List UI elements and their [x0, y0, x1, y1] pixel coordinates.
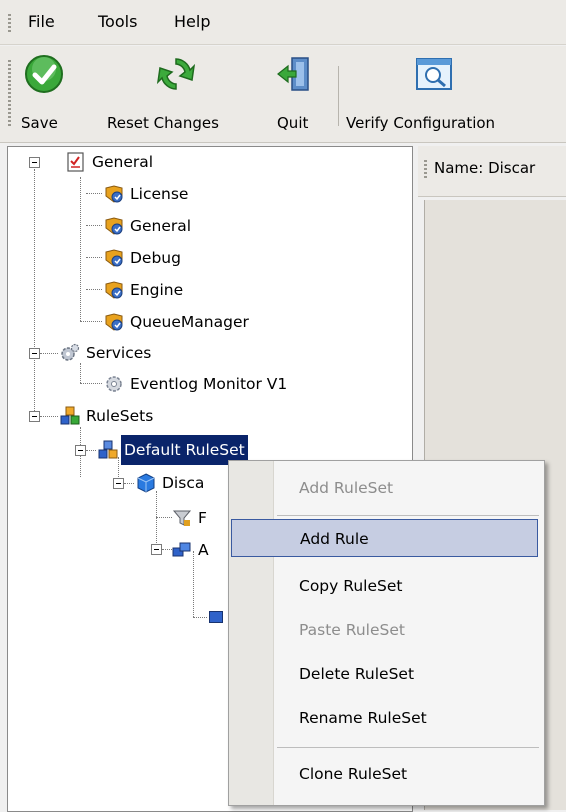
tree-label: A — [198, 541, 209, 559]
checklist-icon — [67, 152, 84, 172]
save-label: Save — [21, 114, 58, 132]
menu-file[interactable]: File — [28, 12, 55, 31]
menu-item-delete-ruleset[interactable]: Delete RuleSet — [229, 655, 544, 693]
tree-label: General — [92, 153, 154, 171]
tree-line — [86, 225, 102, 226]
tree-line — [193, 551, 194, 617]
tree-line — [124, 483, 134, 484]
details-header: Name: Discar — [418, 146, 566, 197]
menu-item-label: Delete RuleSet — [299, 665, 415, 683]
magnifier-window-icon — [416, 58, 452, 90]
tree-label: Engine — [130, 281, 184, 299]
tree-label: Eventlog Monitor V1 — [130, 375, 288, 393]
collapse-toggle[interactable] — [29, 348, 40, 359]
action-leaf-icon — [209, 611, 223, 623]
tree-line — [80, 177, 81, 321]
menu-separator — [277, 747, 539, 748]
tree-line — [40, 353, 58, 354]
save-button[interactable]: Save — [16, 50, 74, 138]
gears-icon — [61, 343, 80, 361]
toolbar-grip[interactable] — [8, 60, 11, 128]
exit-door-icon — [277, 57, 309, 91]
verify-configuration-button[interactable]: Verify Configuration — [346, 50, 542, 138]
collapse-toggle[interactable] — [151, 544, 162, 555]
menu-item-rename-ruleset[interactable]: Rename RuleSet — [229, 699, 544, 737]
tree-label: Debug — [130, 249, 181, 267]
tree-line — [80, 383, 102, 384]
tree-line — [40, 416, 58, 417]
menu-grip[interactable] — [8, 14, 11, 32]
tree-label: QueueManager — [130, 313, 249, 331]
tree-label: RuleSets — [86, 407, 154, 425]
menu-item-label: Add RuleSet — [299, 479, 394, 497]
ruleset-icon — [98, 440, 118, 459]
menu-item-label: Rename RuleSet — [299, 709, 427, 727]
tree-line — [86, 257, 102, 258]
rulesets-blocks-icon — [60, 406, 80, 425]
actions-icon — [172, 542, 191, 557]
collapse-toggle[interactable] — [75, 445, 86, 456]
tree-line — [34, 169, 35, 419]
collapse-toggle[interactable] — [113, 478, 124, 489]
tree-label: F — [198, 509, 207, 527]
menu-help[interactable]: Help — [174, 12, 210, 31]
tree-line — [156, 491, 157, 551]
tree-line — [86, 289, 102, 290]
tree-line — [162, 549, 172, 550]
menu-separator — [277, 515, 539, 516]
header-grip — [424, 160, 427, 180]
menu-item-add-ruleset[interactable]: Add RuleSet — [229, 469, 544, 507]
verify-configuration-label: Verify Configuration — [346, 114, 496, 132]
menu-item-label: Clone RuleSet — [299, 765, 408, 783]
tree-line — [86, 450, 96, 451]
settings-module-icon — [105, 313, 123, 331]
context-menu: Add RuleSet Add Rule Copy RuleSet Paste … — [228, 460, 545, 806]
name-label: Name: Discar — [434, 159, 536, 177]
tree-line — [156, 517, 172, 518]
menu-item-clone-ruleset[interactable]: Clone RuleSet — [229, 755, 544, 793]
tree-label: License — [130, 185, 189, 203]
menu-item-label: Paste RuleSet — [299, 621, 405, 639]
tree-label: General — [130, 217, 192, 235]
tree-line — [80, 363, 81, 383]
gear-icon — [106, 376, 122, 392]
tree-line — [193, 617, 207, 618]
reset-changes-button[interactable]: Reset Changes — [104, 50, 254, 138]
quit-button[interactable]: Quit — [270, 50, 322, 138]
collapse-toggle[interactable] — [29, 411, 40, 422]
tree-line — [80, 321, 102, 322]
tree-line — [86, 193, 102, 194]
menu-item-label: Add Rule — [300, 530, 369, 548]
settings-module-icon — [105, 249, 123, 267]
menu-bar: File Tools Help — [0, 0, 566, 45]
toolbar: Save Reset Changes Quit Verify Configura… — [0, 46, 566, 143]
collapse-toggle[interactable] — [29, 157, 40, 168]
quit-label: Quit — [277, 114, 309, 132]
tree-label: Services — [86, 344, 152, 362]
menu-tools[interactable]: Tools — [98, 12, 137, 31]
menu-item-copy-ruleset[interactable]: Copy RuleSet — [229, 567, 544, 605]
menu-item-paste-ruleset[interactable]: Paste RuleSet — [229, 611, 544, 649]
settings-module-icon — [105, 217, 123, 235]
tree-label: Disca — [162, 474, 205, 492]
menu-item-add-rule[interactable]: Add Rule — [231, 519, 538, 557]
settings-module-icon — [105, 281, 123, 299]
settings-module-icon — [105, 185, 123, 203]
funnel-icon — [172, 510, 192, 526]
refresh-icon — [156, 58, 196, 90]
toolbar-separator — [338, 66, 339, 126]
reset-changes-label: Reset Changes — [107, 114, 219, 132]
check-icon — [25, 55, 63, 93]
menu-item-label: Copy RuleSet — [299, 577, 403, 595]
cube-icon — [137, 473, 155, 493]
